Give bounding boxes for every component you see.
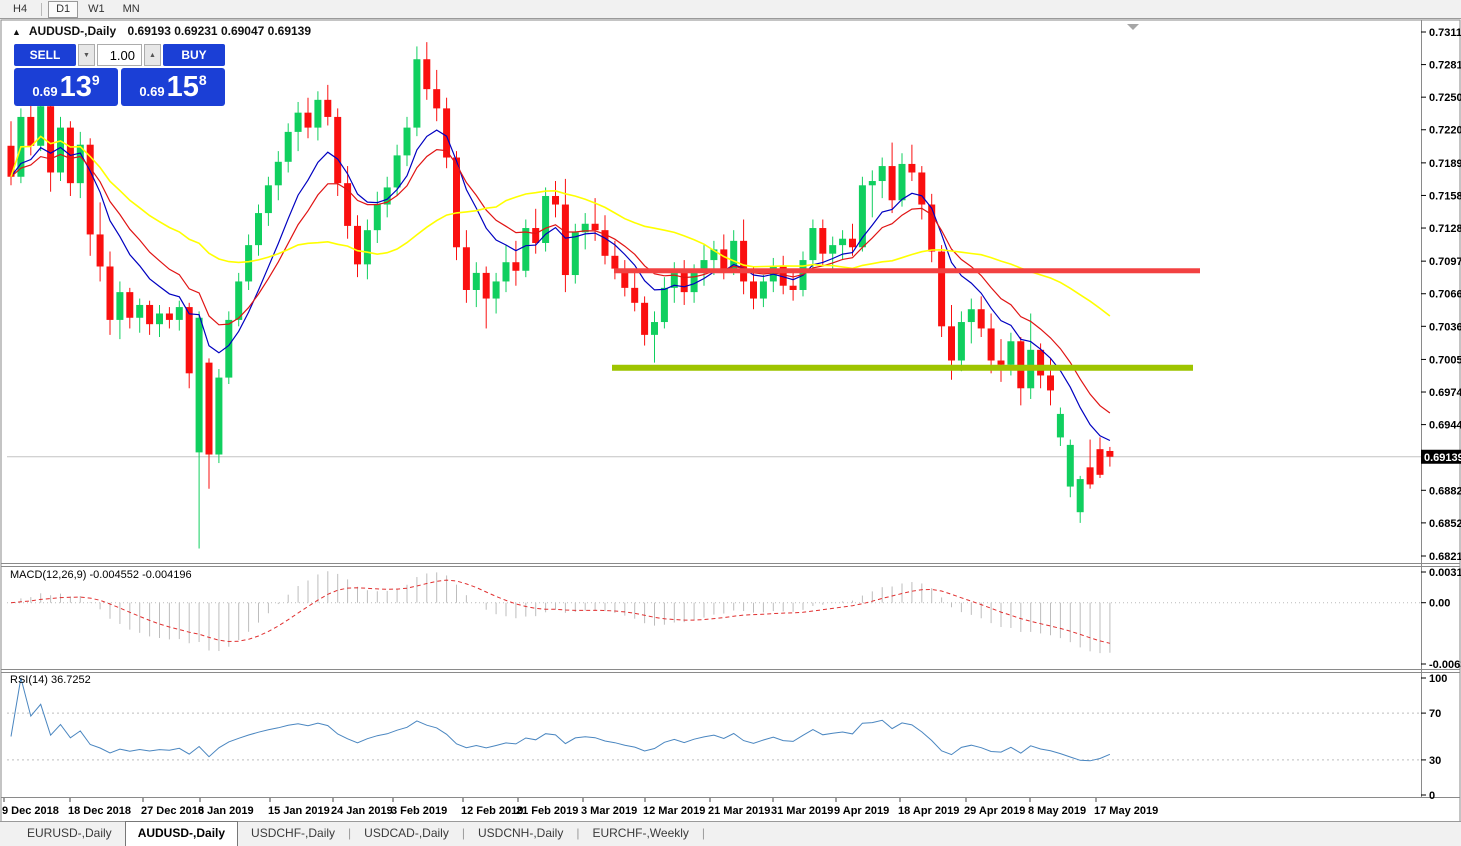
sell-button[interactable]: SELL [14,44,76,66]
price-panel [7,42,1421,548]
time-axis[interactable]: 9 Dec 2018 18 Dec 2018 27 Dec 20186 Jan 20… [2,798,1158,817]
svg-text:9 Dec 2018: 9 Dec 2018 [2,805,59,817]
volume-input[interactable] [97,44,142,66]
svg-text:27 Dec 2018: 27 Dec 2018 [141,805,204,817]
svg-text:0: 0 [1429,790,1435,802]
svg-text:24 Jan 2019: 24 Jan 2019 [331,805,393,817]
one-click-trade-panel: SELL ▼ ▲ BUY 0.69 13 9 0.69 15 8 [14,44,225,106]
svg-text:0.71890: 0.71890 [1429,158,1461,170]
svg-text:6 Jan 2019: 6 Jan 2019 [198,805,254,817]
svg-text:0.70970: 0.70970 [1429,256,1461,268]
chart-tab-bar: EURUSD-,DailyAUDUSD-,DailyUSDCHF-,Daily |… [0,821,1461,846]
panel-splitter[interactable] [1,564,1460,567]
ohlc-values: 0.69193 0.69231 0.69047 0.69139 [128,24,312,38]
svg-text:0.68825: 0.68825 [1429,485,1461,497]
svg-text:0.70360: 0.70360 [1429,321,1461,333]
svg-text:15 Jan 2019: 15 Jan 2019 [268,805,330,817]
mt4-chart-window: H4D1W1MN 0.731150.728100.725050.722000.7… [0,0,1461,846]
sell-price-big: 13 [60,69,92,105]
rsi-panel [7,678,1421,761]
svg-text:0.70665: 0.70665 [1429,289,1461,301]
svg-text:12 Mar 2019: 12 Mar 2019 [643,805,705,817]
svg-text:0.68520: 0.68520 [1429,518,1461,530]
rsi-indicator-label: RSI(14) 36.7252 [10,674,91,686]
svg-text:0.73115: 0.73115 [1429,27,1461,39]
svg-text:8 May 2019: 8 May 2019 [1028,805,1086,817]
svg-text:0.69139: 0.69139 [1424,452,1461,464]
tab-separator: | [702,826,705,840]
buy-price-base: 0.69 [139,84,164,99]
svg-text:70: 70 [1429,708,1441,720]
buy-button[interactable]: BUY [163,44,225,66]
chart-tab-usdchf-daily[interactable]: USDCHF-,Daily [238,821,348,846]
support-hline[interactable] [612,365,1193,371]
collapse-panel-icon[interactable]: ▲ [12,27,21,37]
price-axis[interactable]: 0.73115 0.72810 0.72505 0.72200 0.71890 0.715… [1421,27,1461,802]
svg-text:9 Apr 2019: 9 Apr 2019 [834,805,889,817]
svg-text:30: 30 [1429,755,1441,767]
svg-text:31 Mar 2019: 31 Mar 2019 [771,805,833,817]
chart-shift-marker-icon[interactable] [1127,24,1139,30]
chart-tab-eurchf-weekly[interactable]: EURCHF-,Weekly [579,821,701,846]
sell-price-pip: 9 [92,72,100,88]
buy-price-pip: 8 [199,72,207,88]
buy-price-big: 15 [167,69,199,105]
volume-decrease-button[interactable]: ▼ [78,44,95,66]
svg-text:3 Mar 2019: 3 Mar 2019 [581,805,637,817]
svg-text:21 Feb 2019: 21 Feb 2019 [516,805,578,817]
chart-canvas: 0.73115 0.72810 0.72505 0.72200 0.71890 0.715… [0,0,1461,846]
panel-splitter[interactable] [1,670,1460,673]
volume-increase-button[interactable]: ▲ [144,44,161,66]
svg-text:21 Mar 2019: 21 Mar 2019 [708,805,770,817]
resistance-hline[interactable] [614,268,1200,273]
rsi-line [11,678,1110,761]
svg-text:18 Dec 2018: 18 Dec 2018 [68,805,131,817]
svg-text:0.69440: 0.69440 [1429,420,1461,432]
sell-price-base: 0.69 [32,84,57,99]
svg-text:0.003164: 0.003164 [1429,567,1461,579]
symbol-ohlc-header: ▲ AUDUSD-,Daily 0.69193 0.69231 0.69047 … [12,24,311,38]
chart-tab-usdcad-daily[interactable]: USDCAD-,Daily [351,821,462,846]
chart-tab-audusd-daily[interactable]: AUDUSD-,Daily [125,821,238,846]
macd-signal-line [11,580,1110,643]
svg-text:18 Apr 2019: 18 Apr 2019 [898,805,959,817]
sell-price-box[interactable]: 0.69 13 9 [14,68,118,106]
svg-text:12 Feb 2019: 12 Feb 2019 [461,805,523,817]
chart-tab-usdcnh-daily[interactable]: USDCNH-,Daily [465,821,576,846]
svg-text:100: 100 [1429,673,1447,685]
svg-text:17 May 2019: 17 May 2019 [1094,805,1158,817]
svg-text:0.70050: 0.70050 [1429,354,1461,366]
buy-price-box[interactable]: 0.69 15 8 [121,68,225,106]
svg-text:29 Apr 2019: 29 Apr 2019 [964,805,1025,817]
macd-panel [7,571,1421,653]
svg-text:0.69745: 0.69745 [1429,387,1461,399]
macd-indicator-label: MACD(12,26,9) -0.004552 -0.004196 [10,569,192,581]
svg-text:0.00: 0.00 [1429,598,1450,610]
svg-text:0.72810: 0.72810 [1429,60,1461,72]
svg-text:0.72505: 0.72505 [1429,92,1461,104]
svg-text:0.72200: 0.72200 [1429,125,1461,137]
symbol-title: AUDUSD-,Daily [29,24,116,38]
chart-tab-eurusd-daily[interactable]: EURUSD-,Daily [14,821,125,846]
svg-text:0.68210: 0.68210 [1429,551,1461,563]
svg-text:-0.006317: -0.006317 [1429,659,1461,671]
svg-text:0.71280: 0.71280 [1429,223,1461,235]
macd-histogram [11,571,1110,653]
svg-text:0.71585: 0.71585 [1429,190,1461,202]
svg-text:3 Feb 2019: 3 Feb 2019 [391,805,447,817]
